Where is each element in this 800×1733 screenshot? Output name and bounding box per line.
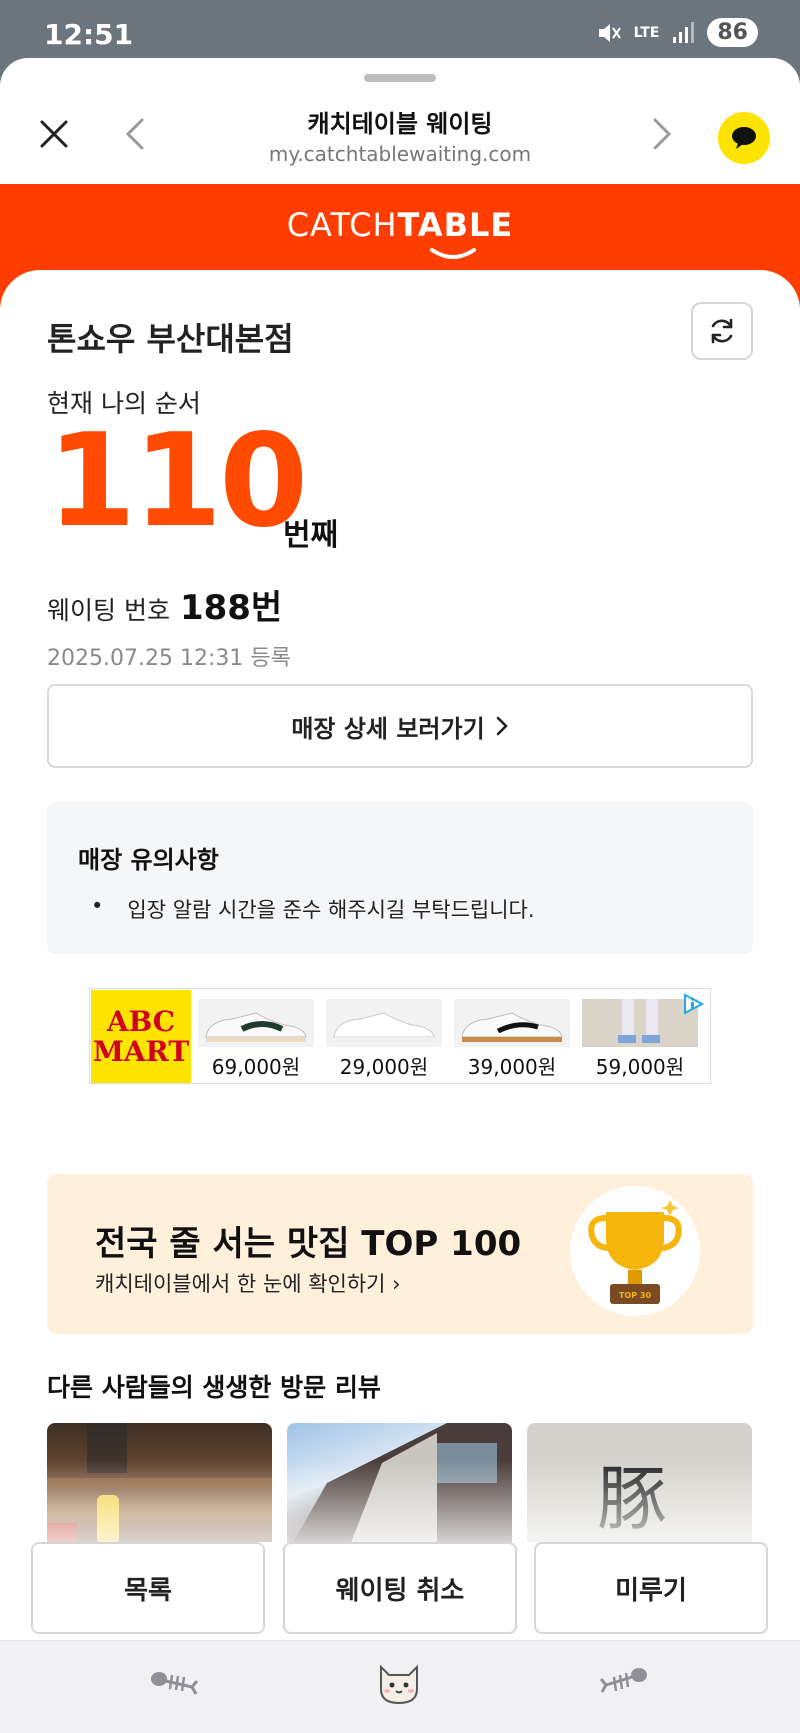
list-button[interactable]: 목록 xyxy=(31,1542,265,1634)
close-icon[interactable] xyxy=(36,116,72,152)
waiting-card: 톤쇼우 부산대본점 현재 나의 순서 110 번째 웨이팅 번호 188번 20… xyxy=(0,270,800,1733)
signal-icon xyxy=(673,21,695,43)
browser-title: 캐치테이블 웨이팅 xyxy=(307,110,493,138)
back-arrow-icon[interactable] xyxy=(118,114,152,154)
top100-promo-banner[interactable]: 전국 줄 서는 맛집 TOP 100 캐치테이블에서 한 눈에 확인하기 › T… xyxy=(47,1174,753,1334)
ad-price: 59,000원 xyxy=(595,1055,685,1079)
reviews-title: 다른 사람들의 생생한 방문 리뷰 xyxy=(47,1373,381,1402)
cancel-waiting-button[interactable]: 웨이팅 취소 xyxy=(283,1542,517,1634)
store-notice: 매장 유의사항 • 입장 알람 시간을 준수 해주시길 부탁드립니다. xyxy=(47,802,753,954)
status-time: 12:51 xyxy=(44,18,134,51)
chevron-right-icon xyxy=(496,716,508,736)
order-suffix: 번째 xyxy=(283,518,339,553)
ad-product-3[interactable]: 39,000원 xyxy=(454,999,570,1083)
forward-arrow-icon[interactable] xyxy=(645,114,679,154)
battery-indicator: 86 xyxy=(707,18,758,47)
kakao-chat-button[interactable] xyxy=(718,112,770,164)
postpone-button[interactable]: 미루기 xyxy=(534,1542,768,1634)
fishbone-right-icon[interactable] xyxy=(600,1661,648,1701)
refresh-icon xyxy=(711,318,733,344)
registration-date: 2025.07.25 12:31 등록 xyxy=(47,646,291,671)
sheet-grabber[interactable] xyxy=(364,74,436,82)
store-detail-label: 매장 상세 보러가기 xyxy=(291,714,485,743)
notice-title: 매장 유의사항 xyxy=(78,846,219,874)
ad-product-4[interactable]: 59,000원 xyxy=(582,999,698,1083)
waiting-number: 188번 xyxy=(179,588,283,628)
status-bar: 12:51 LTE 86 xyxy=(0,0,800,62)
catchtable-logo: CATCHTABLE xyxy=(286,206,514,244)
logo-smile-icon xyxy=(430,248,476,259)
notice-item-text: 입장 알람 시간을 준수 해주시길 부탁드립니다. xyxy=(127,898,535,922)
store-name: 톤쇼우 부산대본점 xyxy=(47,320,294,358)
waiting-number-row: 웨이팅 번호 188번 xyxy=(47,580,282,629)
promo-title: 전국 줄 서는 맛집 TOP 100 xyxy=(95,1224,522,1264)
sneaker-image xyxy=(454,999,570,1047)
notice-item: • 입장 알람 시간을 준수 해주시길 부탁드립니다. xyxy=(91,894,535,924)
promo-subtitle: 캐치테이블에서 한 눈에 확인하기 › xyxy=(95,1272,401,1296)
webview-sheet: 캐치테이블 웨이팅 my.catchtablewaiting.com CATCH… xyxy=(0,58,800,1733)
status-icons: LTE 86 xyxy=(596,18,758,47)
trophy-icon: TOP 30 xyxy=(570,1186,700,1316)
chat-bubble-icon xyxy=(732,127,756,149)
refresh-button[interactable] xyxy=(691,302,753,360)
ad-banner[interactable]: ABC MART 69,000원 29,000원 39,000원 59,000원 xyxy=(89,988,711,1084)
ad-product-2[interactable]: 29,000원 xyxy=(326,999,442,1083)
ad-price: 69,000원 xyxy=(211,1055,301,1079)
browser-navbar: 캐치테이블 웨이팅 my.catchtablewaiting.com xyxy=(0,98,800,184)
browser-url: my.catchtablewaiting.com xyxy=(268,142,532,166)
bottom-nav xyxy=(0,1640,800,1733)
fishbone-left-icon[interactable] xyxy=(150,1661,198,1701)
cat-face-icon[interactable] xyxy=(375,1661,423,1705)
abc-mart-logo: ABC MART xyxy=(91,990,191,1083)
order-number: 110 xyxy=(47,407,308,556)
sneaker-image xyxy=(326,999,442,1047)
ad-price: 39,000원 xyxy=(467,1055,557,1079)
lte-indicator: LTE xyxy=(633,24,660,41)
ad-price: 29,000원 xyxy=(339,1055,429,1079)
sock-image xyxy=(582,999,698,1047)
ad-choices-icon[interactable] xyxy=(682,993,704,1015)
bullet: • xyxy=(91,894,104,918)
trophy-badge: TOP 30 xyxy=(619,1291,651,1300)
mute-icon xyxy=(598,23,621,42)
store-detail-button[interactable]: 매장 상세 보러가기 xyxy=(47,684,753,768)
sneaker-image xyxy=(198,999,314,1047)
waiting-number-label: 웨이팅 번호 xyxy=(47,596,170,625)
ad-product-1[interactable]: 69,000원 xyxy=(198,999,314,1083)
